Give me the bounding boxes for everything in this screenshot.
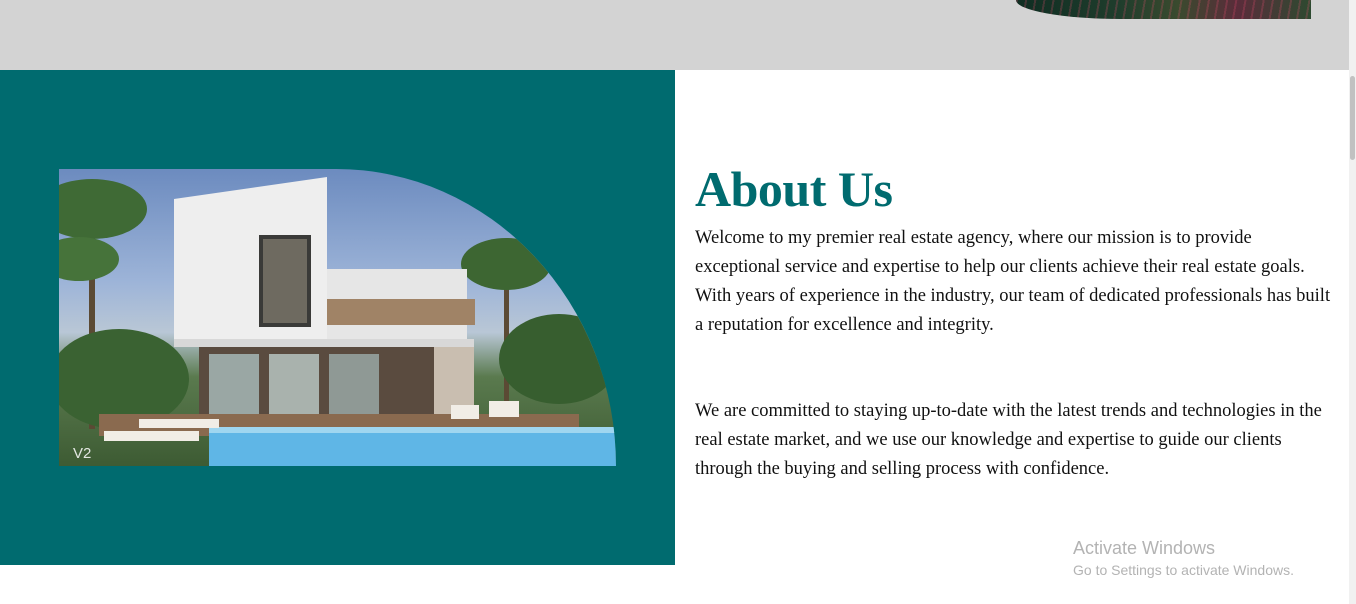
page-scrollbar[interactable] [1349, 0, 1356, 604]
about-paragraph-2: We are committed to staying up-to-date w… [695, 401, 1322, 479]
top-section-image [1016, 0, 1311, 19]
activate-windows-subtitle: Go to Settings to activate Windows. [1073, 562, 1294, 578]
about-title: About Us [695, 161, 893, 217]
villa-house [174, 177, 475, 419]
villa-pool-image: V2 [59, 169, 616, 466]
about-paragraph-1: Welcome to my premier real estate agency… [695, 228, 1331, 335]
activate-windows-watermark: Activate Windows Go to Settings to activ… [1073, 537, 1294, 581]
page: V2 About Us Welcome to my premier real e… [0, 0, 1356, 604]
villa-illustration [59, 177, 616, 466]
scrollbar-thumb[interactable] [1350, 76, 1355, 160]
activate-windows-title: Activate Windows [1073, 538, 1216, 558]
top-section [0, 0, 1349, 70]
image-watermark: V2 [73, 445, 92, 462]
